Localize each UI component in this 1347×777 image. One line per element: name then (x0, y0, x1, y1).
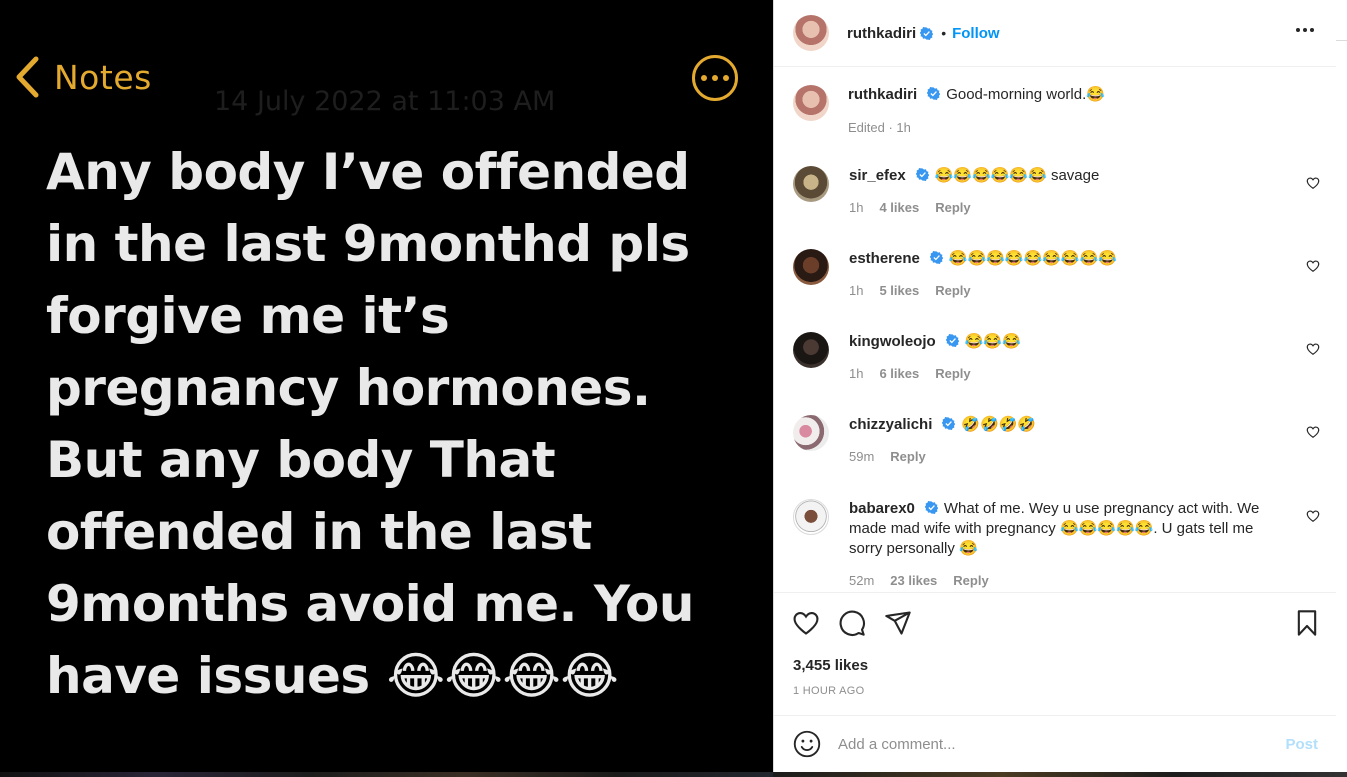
comment-time: 59m (849, 449, 875, 464)
caption-username[interactable]: ruthkadiri (848, 86, 917, 103)
post-caption: ruthkadiri Good-morning world.😂 Edited · … (793, 85, 1336, 135)
verified-icon (927, 87, 941, 100)
comment-username[interactable]: sir_efex (849, 167, 906, 184)
page-edge (1336, 0, 1347, 777)
background-strip (0, 772, 773, 777)
reply-button[interactable]: Reply (935, 283, 970, 298)
caption-text: Good-morning world.😂 (946, 86, 1105, 103)
heart-icon[interactable] (1306, 342, 1320, 356)
post-timestamp[interactable]: 1 HOUR AGO (793, 685, 864, 697)
bookmark-icon[interactable] (1293, 609, 1321, 637)
heart-icon[interactable] (1306, 259, 1320, 273)
comment-item: chizzyalichi 🤣🤣🤣🤣 59m Reply (793, 415, 1336, 464)
verified-icon (924, 501, 938, 514)
post-comment-button[interactable]: Post (1285, 736, 1318, 753)
comments-list: ruthkadiri Good-morning world.😂 Edited · … (774, 67, 1336, 592)
comment-time: 1h (849, 283, 864, 298)
comment-item: kingwoleojo 😂😂😂 1h 6 likes Reply (793, 332, 1336, 381)
caption-meta: Edited · 1h (848, 120, 911, 135)
comment-username[interactable]: babarex0 (849, 500, 915, 517)
follow-button[interactable]: Follow (952, 25, 1000, 42)
comment-text: 🤣🤣🤣🤣 (961, 416, 1037, 433)
comment-text: 😂😂😂😂😂😂 savage (934, 167, 1100, 184)
comment-text: 😂😂😂😂😂😂😂😂😂 (948, 250, 1117, 267)
note-text: Any body I’ve offended in the last 9mont… (46, 143, 695, 705)
comment-icon[interactable] (838, 609, 866, 637)
post-actions: 3,455 likes 1 HOUR AGO (774, 592, 1336, 715)
comment-item: estherene 😂😂😂😂😂😂😂😂😂 1h 5 likes Reply (793, 249, 1336, 298)
avatar[interactable] (793, 332, 829, 368)
separator-dot: • (941, 25, 947, 41)
heart-icon[interactable] (1306, 176, 1320, 190)
post-author-username[interactable]: ruthkadiri (847, 25, 916, 42)
comment-time: 1h (849, 200, 864, 215)
verified-icon (920, 26, 934, 40)
reply-button[interactable]: Reply (890, 449, 925, 464)
heart-icon[interactable] (792, 609, 820, 637)
comment-likes[interactable]: 4 likes (879, 200, 919, 215)
notes-back-button: Notes (14, 56, 152, 98)
comment-likes[interactable]: 6 likes (879, 366, 919, 381)
avatar[interactable] (793, 499, 829, 535)
heart-icon[interactable] (1306, 425, 1320, 439)
reply-button[interactable]: Reply (935, 200, 970, 215)
post-header: ruthkadiri • Follow (774, 0, 1336, 67)
verified-icon (942, 417, 956, 430)
post-panel: ruthkadiri • Follow ruthkadiri Good-morni… (773, 0, 1336, 772)
reply-button[interactable]: Reply (953, 573, 988, 588)
more-horizontal-icon[interactable] (1296, 22, 1314, 38)
share-icon[interactable] (884, 609, 912, 637)
verified-icon (929, 251, 943, 264)
comment-likes[interactable]: 5 likes (879, 283, 919, 298)
chevron-left-icon (16, 56, 39, 98)
heart-icon[interactable] (1306, 509, 1320, 523)
comment-composer: Post (774, 715, 1336, 772)
comment-username[interactable]: chizzyalichi (849, 416, 932, 433)
avatar[interactable] (793, 249, 829, 285)
avatar[interactable] (793, 15, 829, 51)
comment-item: babarex0 What of me. Wey u use pregnancy … (793, 499, 1336, 588)
likes-count[interactable]: 3,455 likes (793, 657, 868, 674)
comment-username[interactable]: kingwoleojo (849, 333, 936, 350)
avatar[interactable] (793, 415, 829, 451)
verified-icon (915, 168, 929, 181)
comment-time: 52m (849, 573, 875, 588)
post-image: Notes 14 July 2022 at 11:03 AM Any body … (0, 0, 773, 772)
comment-time: 1h (849, 366, 864, 381)
reply-button[interactable]: Reply (935, 366, 970, 381)
comment-item: sir_efex 😂😂😂😂😂😂 savage 1h 4 likes Reply (793, 166, 1336, 215)
verified-icon (945, 334, 959, 347)
emoji-icon[interactable] (793, 730, 821, 758)
more-circle-icon (692, 55, 738, 101)
avatar[interactable] (793, 166, 829, 202)
note-date: 14 July 2022 at 11:03 AM (214, 86, 556, 117)
avatar[interactable] (793, 85, 829, 121)
comment-input[interactable] (838, 735, 1248, 753)
comment-likes[interactable]: 23 likes (890, 573, 937, 588)
comment-username[interactable]: estherene (849, 250, 920, 267)
comment-text: 😂😂😂 (964, 333, 1021, 350)
notes-back-label: Notes (54, 57, 152, 97)
background-strip (773, 772, 1347, 777)
